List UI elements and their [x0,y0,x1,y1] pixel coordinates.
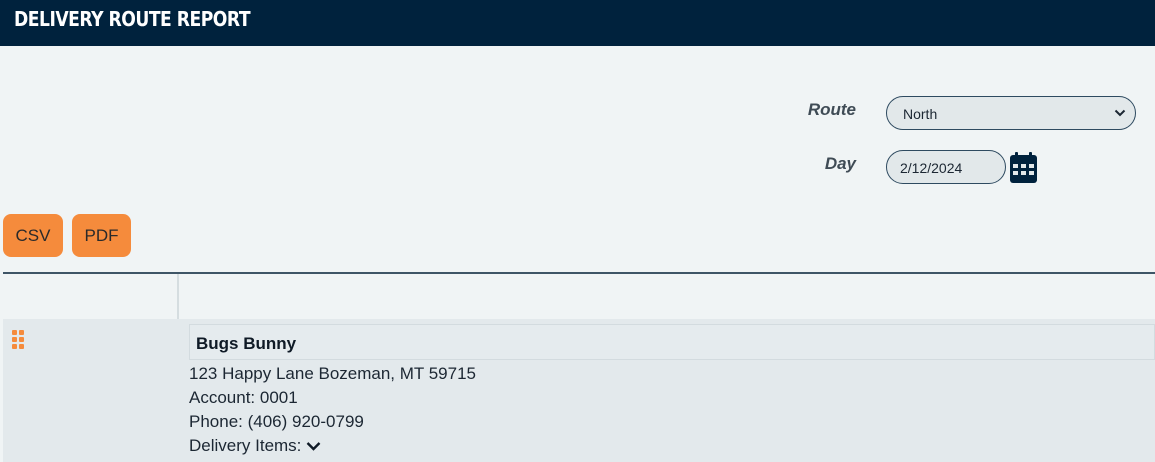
delivery-items-label: Delivery Items: [189,436,302,455]
customer-name: Bugs Bunny [196,334,297,353]
table-header-divider [3,272,1155,274]
route-select[interactable]: North [886,96,1136,130]
chevron-down-icon [307,442,321,451]
drag-handle-icon[interactable] [12,330,26,350]
day-date-value: 2/12/2024 [900,160,963,176]
customer-phone: Phone: (406) 920-0799 [189,412,364,431]
route-select-value: North [903,106,938,122]
customer-account: Account: 0001 [189,388,298,407]
app-header: DELIVERY ROUTE REPORT [0,0,1155,46]
customer-address: 123 Happy Lane Bozeman, MT 59715 [189,364,476,383]
day-label: Day [824,154,856,173]
csv-export-button[interactable]: CSV [3,214,63,257]
customer-name-cell: Bugs Bunny [189,324,1155,360]
pdf-export-button[interactable]: PDF [72,214,131,257]
chevron-down-icon [1114,109,1126,117]
page-title: DELIVERY ROUTE REPORT [14,7,251,31]
route-label: Route [807,100,856,119]
column-divider [177,274,179,319]
calendar-icon[interactable] [1010,152,1037,183]
day-date-input[interactable]: 2/12/2024 [886,150,1006,184]
delivery-items-toggle[interactable]: Delivery Items: [189,436,321,456]
